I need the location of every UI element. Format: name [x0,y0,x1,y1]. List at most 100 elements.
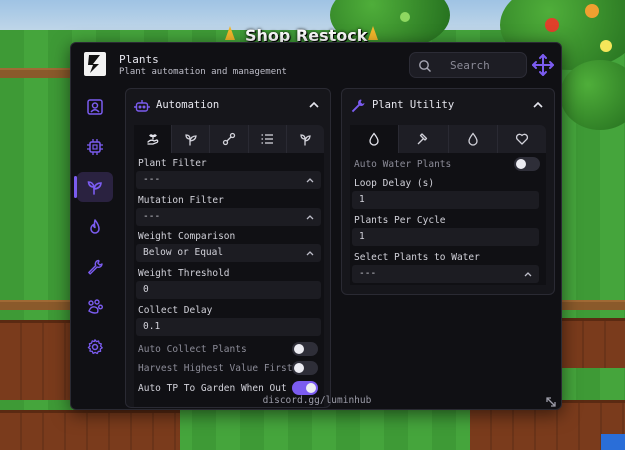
window-footer: discord.gg/luminhub [71,393,561,409]
harvest-highest-toggle[interactable] [292,361,318,375]
tab-favorite[interactable] [498,125,546,153]
tab-harvest[interactable] [134,125,173,153]
chevron-up-icon[interactable] [308,99,320,111]
tab-seed[interactable] [287,125,324,153]
dirt-plot [0,410,180,450]
tab-hammer[interactable] [399,125,449,153]
collect-delay-label: Collect Delay [138,305,213,316]
tab-plant[interactable] [172,125,211,153]
wrench-icon [351,99,365,113]
tab-droplet[interactable] [449,125,498,153]
robot-icon [134,100,150,112]
droplet-icon [369,132,379,146]
fruit [585,4,599,18]
hammer-icon [417,133,428,145]
heart-icon [515,133,528,145]
profile-icon [87,99,103,115]
fruit [400,12,410,22]
mutation-filter-label: Mutation Filter [138,195,224,206]
fruit [600,40,612,52]
sprout-icon [300,134,312,146]
resize-icon[interactable] [544,395,558,409]
tab-water[interactable] [350,125,400,153]
plant-utility-panel: Plant Utility Auto Water Plants Loop Del… [341,88,555,295]
automation-tabs [134,125,324,153]
chip-icon [87,139,103,155]
sidebar-item-settings[interactable] [77,332,113,362]
plant-utility-header[interactable]: Plant Utility [342,89,554,123]
sidebar-item-plants[interactable] [74,172,113,202]
tab-link[interactable] [210,125,249,153]
chevron-up-icon [306,215,314,220]
sidebar-item-chip[interactable] [77,132,113,162]
mutation-filter-value: --- [143,211,161,222]
chevron-up-icon[interactable] [532,99,544,111]
search-input[interactable] [438,53,524,77]
fence [562,300,625,310]
select-plants-value: --- [359,268,377,279]
automation-title: Automation [156,99,220,111]
page-subtitle: Plant automation and management [119,67,287,77]
droplet-outline-icon [467,132,478,146]
fence [0,300,72,310]
sidebar-item-fire[interactable] [77,212,113,242]
weight-threshold-input[interactable]: 0 [136,281,321,299]
loop-delay-label: Loop Delay (s) [354,178,435,189]
sprout-icon [185,134,197,146]
gear-icon [87,339,103,355]
fruit [545,18,559,32]
loop-delay-value: 1 [359,194,365,205]
link-icon [222,132,236,146]
chevron-up-icon [306,251,314,256]
loop-delay-input[interactable]: 1 [352,191,539,209]
move-icon[interactable] [531,53,555,77]
automation-panel-header[interactable]: Automation [126,89,330,123]
hand-seedling-icon [146,134,158,145]
sprout-icon [87,181,102,195]
plant-filter-value: --- [143,174,161,185]
weight-comparison-value: Below or Equal [143,247,224,258]
automation-content: Plant Filter --- Mutation Filter --- Wei… [134,153,324,407]
chevron-up-icon [524,272,532,277]
sidebar-item-profile[interactable] [77,92,113,122]
plant-filter-label: Plant Filter [138,158,207,169]
weight-comparison-label: Weight Comparison [138,231,236,242]
page-title: Plants [119,53,159,66]
select-plants-dropdown[interactable]: --- [352,265,539,283]
select-plants-label: Select Plants to Water [354,252,480,263]
collect-delay-input[interactable]: 0.1 [136,318,321,336]
hub-window: Plants Plant automation and management S… [70,42,562,410]
weight-threshold-value: 0 [143,284,149,295]
flame-icon [90,219,100,234]
collect-delay-value: 0.1 [143,321,161,332]
wrench-icon [88,259,103,275]
weight-comparison-dropdown[interactable]: Below or Equal [136,244,321,262]
plant-utility-content: Auto Water Plants Loop Delay (s) 1 Plant… [350,153,546,285]
hub-logo-icon [84,52,106,76]
auto-water-label: Auto Water Plants [354,159,452,170]
window-header[interactable]: Plants Plant automation and management [71,43,561,87]
auto-collect-label: Auto Collect Plants [138,344,247,355]
search-box[interactable] [409,52,527,78]
discord-link[interactable]: discord.gg/luminhub [71,395,561,406]
mutation-filter-dropdown[interactable]: --- [136,208,321,226]
weight-threshold-label: Weight Threshold [138,268,230,279]
automation-panel: Automation Plant Filter --- Mutation Fil… [125,88,331,408]
plant-filter-dropdown[interactable]: --- [136,171,321,189]
sidebar-item-tools[interactable] [77,252,113,282]
plants-per-cycle-input[interactable]: 1 [352,228,539,246]
harvest-highest-label: Harvest Highest Value First [138,363,293,374]
fence [0,68,72,78]
chevron-up-icon [306,178,314,183]
sidebar-item-pets[interactable] [77,292,113,322]
sidebar [71,87,119,393]
auto-water-toggle[interactable] [514,157,540,171]
plant-utility-tabs [350,125,546,153]
list-icon [261,134,274,144]
search-icon [419,60,431,72]
plant-utility-title: Plant Utility [372,99,455,111]
dirt-plot [562,318,625,368]
tab-list[interactable] [249,125,287,153]
auto-collect-toggle[interactable] [292,342,318,356]
paw-icon [88,299,103,314]
